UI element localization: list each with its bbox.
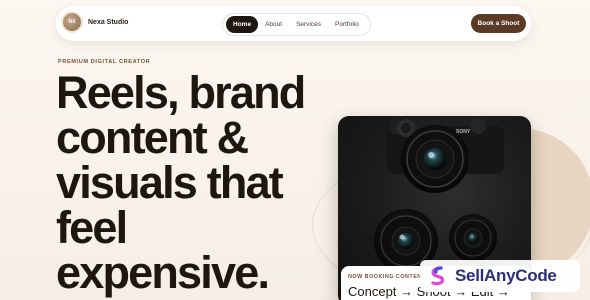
- spare-lens-icon: [449, 214, 497, 262]
- site-header: NX Nexa Studio Home About Services Portf…: [56, 6, 531, 41]
- headline-line: Reels, brand: [56, 67, 306, 118]
- headline-line: expensive.: [56, 247, 270, 298]
- camera-brand-text: SONY: [456, 129, 471, 135]
- headline-line: visuals that: [56, 157, 284, 208]
- headline-line: content &: [56, 112, 249, 163]
- watermark: SellAnyCode: [420, 260, 580, 292]
- nav-item-home[interactable]: Home: [226, 16, 259, 33]
- nav-item-about[interactable]: About: [258, 16, 289, 33]
- headline-line: feel: [56, 202, 128, 253]
- book-a-shoot-button[interactable]: Book a Shoot: [471, 14, 526, 33]
- sellanycode-logo-icon: [431, 266, 445, 286]
- camera-lens-icon: [401, 125, 469, 193]
- nav-item-services[interactable]: Services: [289, 16, 328, 33]
- page: NX Nexa Studio Home About Services Portf…: [0, 0, 590, 300]
- hero-headline: Reels, brand content & visuals that feel…: [56, 70, 326, 295]
- hero-eyebrow: PREMIUM DIGITAL CREATOR: [58, 59, 151, 65]
- brand[interactable]: NX Nexa Studio: [63, 13, 128, 31]
- brand-logo-icon: NX: [63, 13, 81, 31]
- watermark-text: SellAnyCode: [455, 266, 557, 285]
- brand-name: Nexa Studio: [88, 18, 129, 26]
- main-nav: Home About Services Portfolio: [222, 13, 371, 36]
- nav-item-portfolio[interactable]: Portfolio: [328, 16, 366, 33]
